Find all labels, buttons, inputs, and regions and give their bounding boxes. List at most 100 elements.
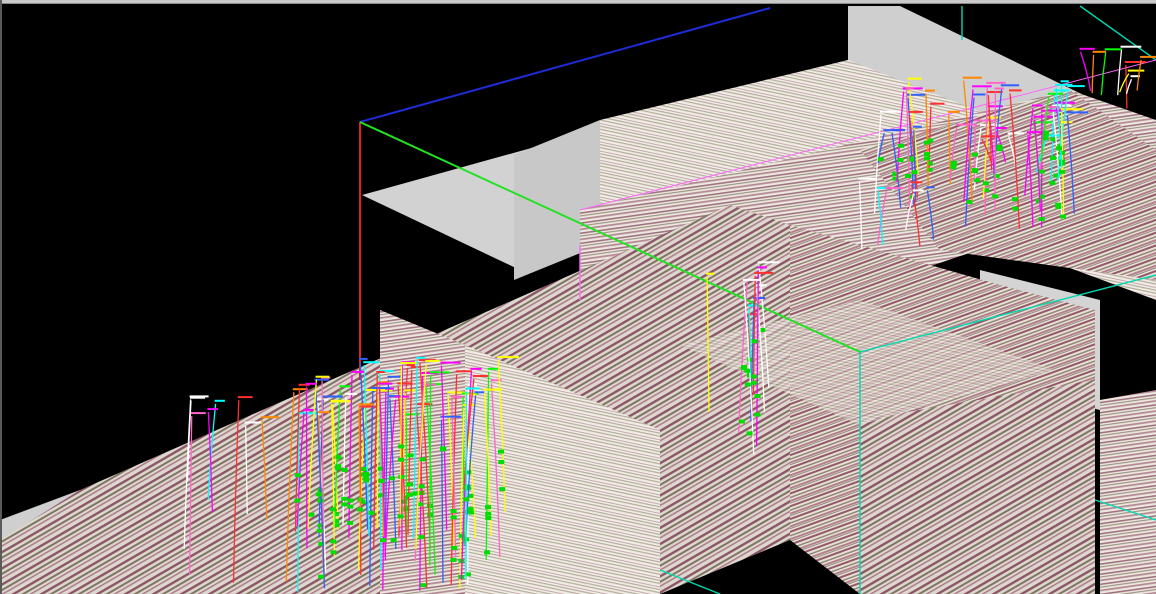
well-head-tag[interactable] — [858, 177, 878, 180]
well-head-tag[interactable] — [1092, 50, 1106, 53]
well-marker[interactable] — [397, 514, 404, 519]
well-head-tag[interactable] — [973, 93, 986, 96]
well-marker[interactable] — [450, 515, 457, 520]
well-head-tag[interactable] — [706, 272, 715, 275]
well-head-tag[interactable] — [487, 367, 500, 370]
well-path[interactable] — [1125, 78, 1133, 94]
well-head-tag[interactable] — [483, 388, 503, 391]
well-head-tag[interactable] — [947, 110, 960, 113]
well-marker[interactable] — [924, 156, 930, 161]
well-head-tag[interactable] — [1060, 121, 1073, 124]
well-head-tag[interactable] — [1066, 111, 1088, 114]
well-path[interactable] — [1091, 54, 1095, 94]
well-marker[interactable] — [877, 157, 884, 162]
well-marker[interactable] — [341, 496, 348, 501]
well-head-tag[interactable] — [994, 87, 1004, 90]
well-marker[interactable] — [407, 453, 414, 458]
well-marker[interactable] — [741, 365, 747, 370]
well-marker[interactable] — [950, 165, 957, 170]
well-head-tag[interactable] — [322, 395, 343, 398]
well-marker[interactable] — [971, 168, 978, 173]
well-head-tag[interactable] — [905, 86, 914, 89]
well-marker[interactable] — [356, 507, 363, 512]
well-head-tag[interactable] — [339, 385, 352, 388]
well-marker[interactable] — [1049, 180, 1056, 185]
well-head-tag[interactable] — [470, 367, 482, 370]
well-path[interactable] — [1079, 51, 1092, 91]
well-marker[interactable] — [751, 374, 758, 379]
seismic-scene[interactable] — [0, 0, 1156, 594]
well-head-tag[interactable] — [1055, 83, 1073, 86]
well-head-tag[interactable] — [387, 375, 401, 378]
well-head-tag[interactable] — [1104, 48, 1122, 51]
well-marker[interactable] — [1060, 214, 1066, 219]
well-marker[interactable] — [378, 478, 385, 483]
well-marker[interactable] — [1056, 146, 1062, 151]
well-marker[interactable] — [911, 170, 918, 175]
well-head-tag[interactable] — [1000, 84, 1020, 87]
well-marker[interactable] — [318, 574, 325, 579]
well-marker[interactable] — [1058, 150, 1065, 155]
well-head-tag[interactable] — [207, 408, 218, 411]
well-head-tag[interactable] — [925, 89, 935, 92]
well-marker[interactable] — [440, 447, 447, 452]
well-marker[interactable] — [389, 476, 395, 481]
well-head-tag[interactable] — [883, 129, 905, 132]
well-marker[interactable] — [950, 160, 957, 165]
well-head-tag[interactable] — [298, 412, 320, 415]
well-head-tag[interactable] — [261, 416, 279, 419]
well-head-tag[interactable] — [497, 356, 519, 359]
well-marker[interactable] — [330, 550, 337, 555]
well-marker[interactable] — [294, 498, 301, 503]
well-head-tag[interactable] — [880, 110, 902, 113]
well-path[interactable] — [465, 391, 468, 580]
well-head-tag[interactable] — [400, 362, 418, 364]
well-head-tag[interactable] — [237, 396, 253, 399]
well-head-tag[interactable] — [397, 382, 413, 385]
well-marker[interactable] — [1055, 202, 1062, 207]
well-marker[interactable] — [330, 507, 336, 512]
well-marker[interactable] — [463, 497, 470, 502]
well-head-tag[interactable] — [754, 271, 774, 274]
well-head-tag[interactable] — [344, 392, 357, 395]
well-head-tag[interactable] — [363, 361, 380, 364]
well-head-tag[interactable] — [359, 405, 376, 408]
well-head-tag[interactable] — [244, 421, 264, 424]
well-marker[interactable] — [330, 539, 337, 544]
well-head-tag[interactable] — [885, 187, 905, 189]
well-marker[interactable] — [1035, 198, 1042, 203]
well-marker[interactable] — [754, 412, 761, 417]
well-head-tag[interactable] — [955, 123, 977, 126]
well-marker[interactable] — [996, 147, 1003, 152]
well-marker[interactable] — [398, 457, 404, 462]
well-head-tag[interactable] — [425, 360, 440, 362]
well-head-tag[interactable] — [472, 375, 489, 377]
well-head-tag[interactable] — [1079, 47, 1095, 50]
well-marker[interactable] — [738, 419, 745, 424]
well-marker[interactable] — [363, 475, 370, 480]
well-marker[interactable] — [398, 444, 405, 449]
well-marker[interactable] — [982, 181, 989, 186]
well-head-tag[interactable] — [907, 77, 922, 80]
well-head-tag[interactable] — [410, 366, 420, 369]
well-marker[interactable] — [467, 507, 474, 512]
well-head-tag[interactable] — [1032, 104, 1043, 107]
well-marker[interactable] — [923, 140, 930, 145]
well-head-tag[interactable] — [317, 411, 330, 414]
well-head-tag[interactable] — [1124, 61, 1146, 63]
well-marker[interactable] — [418, 535, 425, 540]
well-head-tag[interactable] — [292, 388, 308, 391]
well-head-tag[interactable] — [1140, 55, 1156, 58]
well-marker[interactable] — [746, 431, 753, 436]
well-marker[interactable] — [341, 468, 348, 472]
well-marker[interactable] — [458, 533, 465, 538]
well-head-tag[interactable] — [1060, 108, 1083, 111]
well-marker[interactable] — [923, 152, 930, 157]
well-marker[interactable] — [418, 484, 425, 489]
well-head-tag[interactable] — [189, 395, 209, 398]
well-marker[interactable] — [464, 484, 471, 489]
well-head-tag[interactable] — [995, 127, 1007, 129]
well-marker[interactable] — [308, 512, 315, 517]
well-head-tag[interactable] — [406, 364, 416, 367]
well-path[interactable] — [1125, 64, 1128, 109]
